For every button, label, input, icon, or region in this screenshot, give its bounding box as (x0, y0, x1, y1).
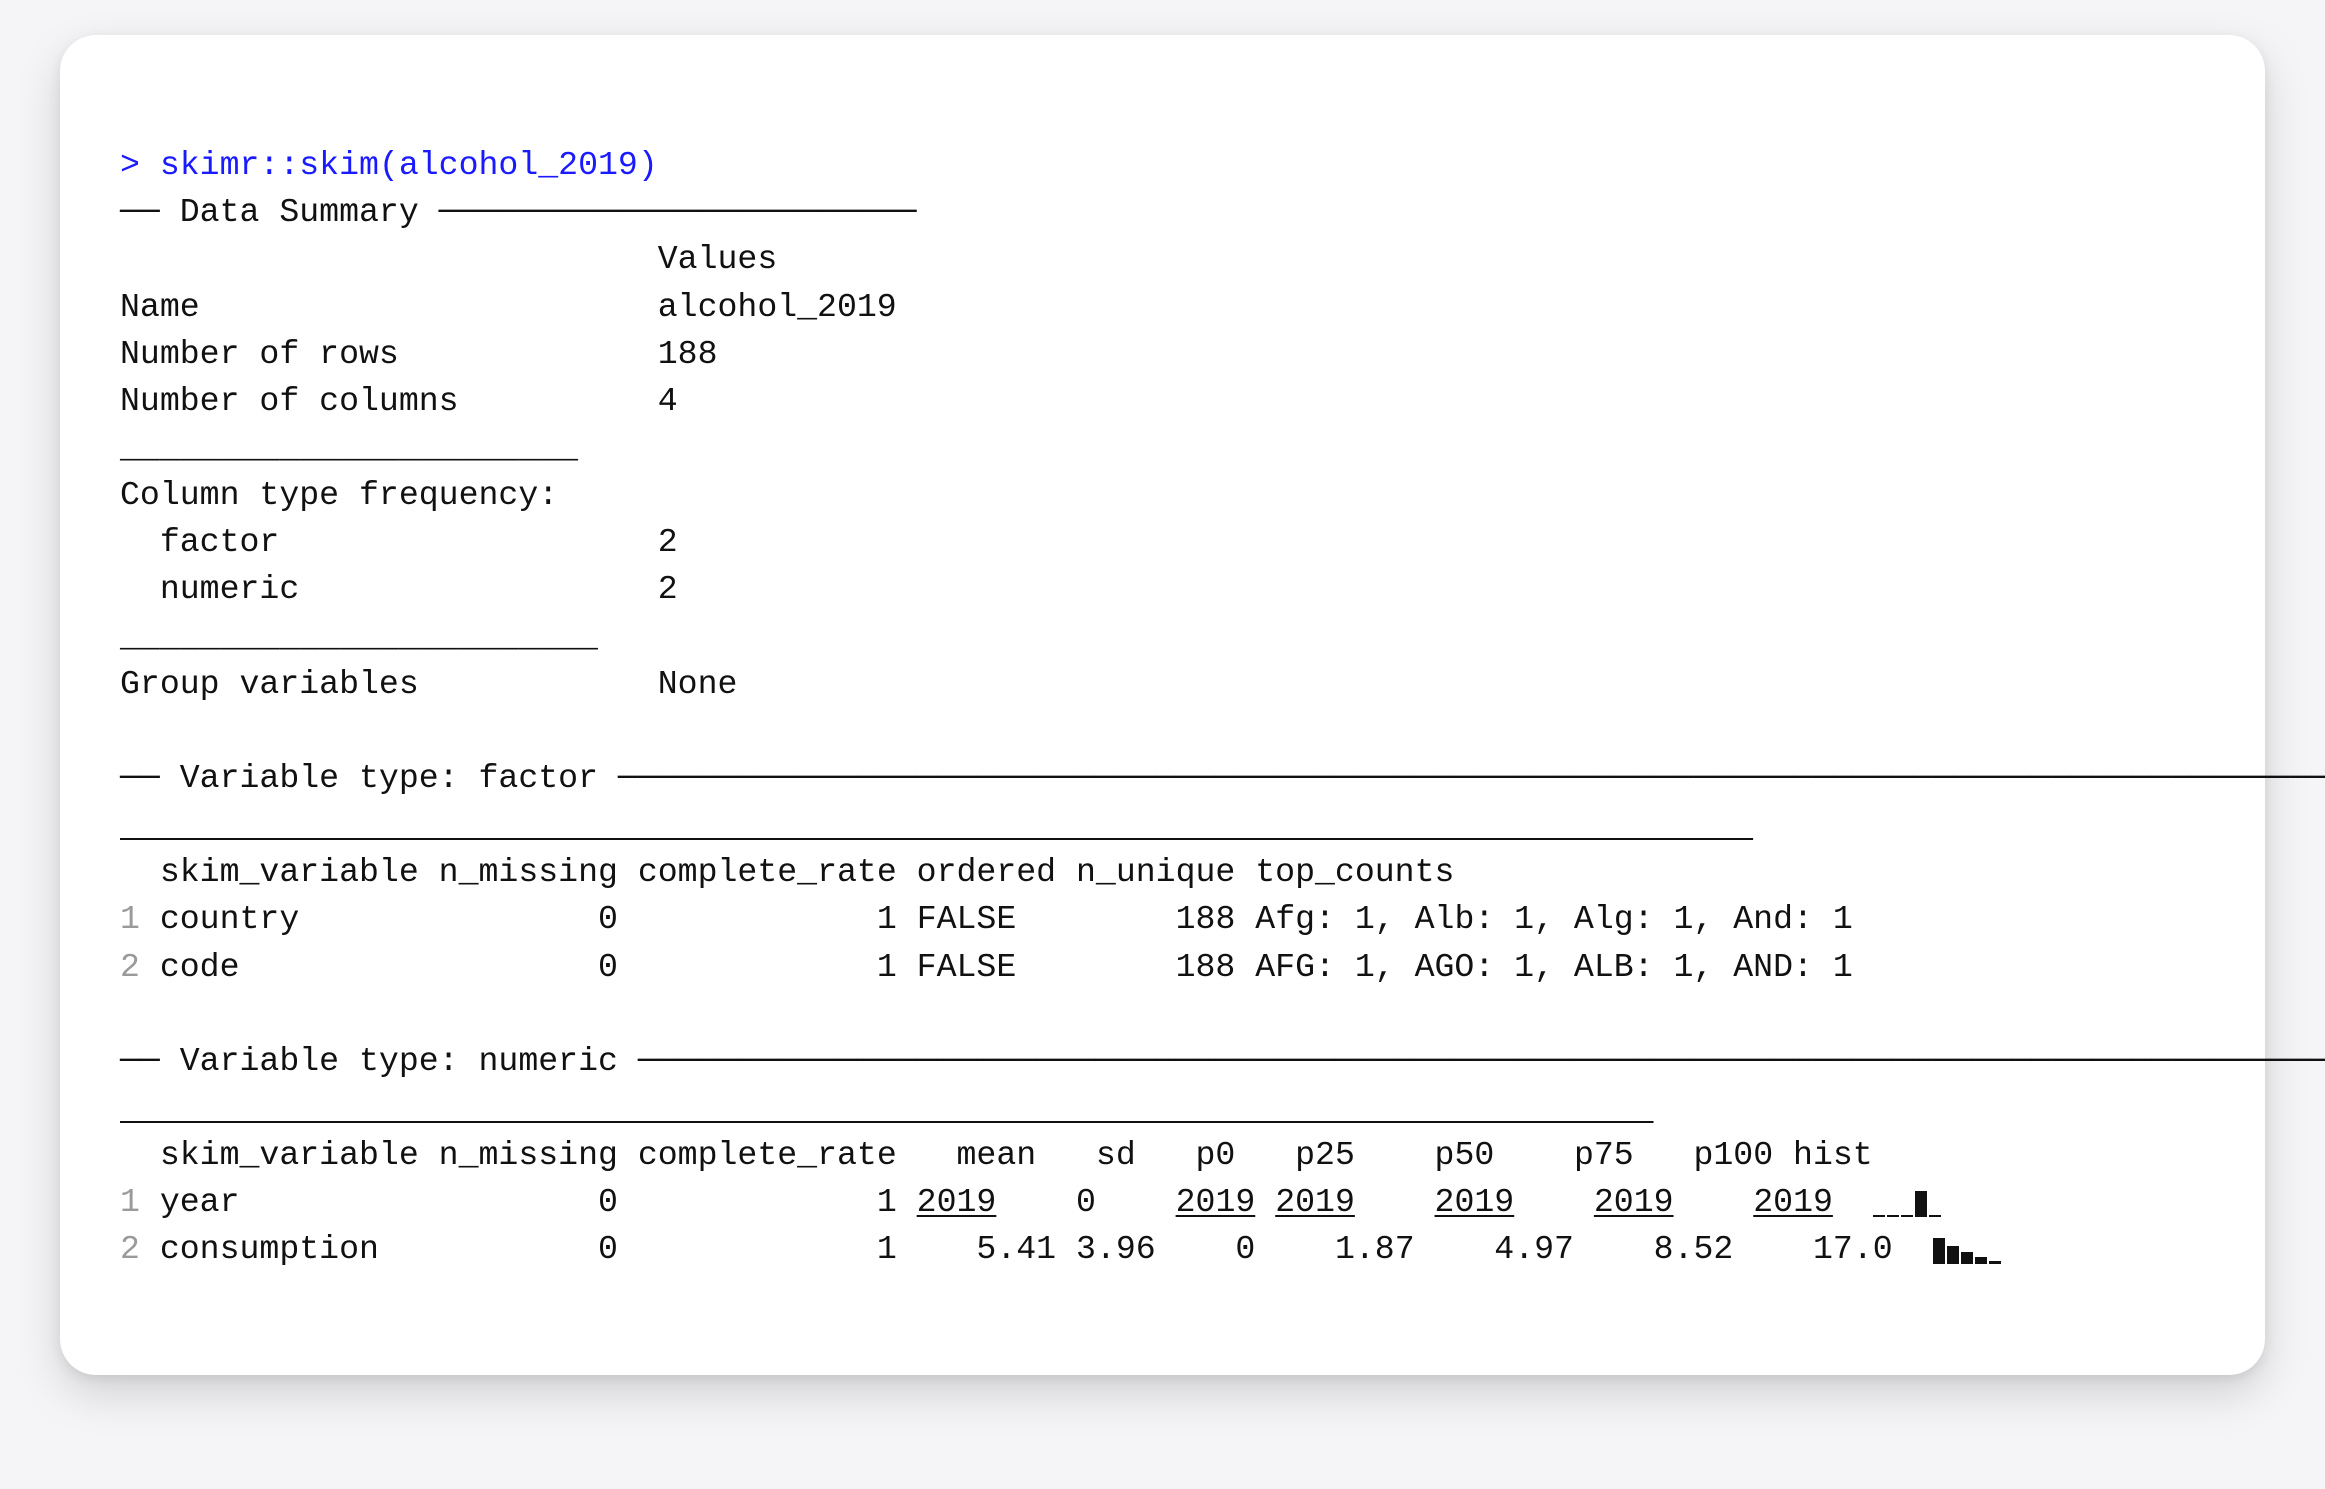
numeric-row2-p0: 0 (1235, 1230, 1255, 1268)
numeric-row1-nmiss: 0 (598, 1183, 618, 1221)
numeric-h-p25: p25 (1295, 1136, 1355, 1174)
summary-ctf-label: Column type frequency: (120, 476, 558, 514)
numeric-h-hist: hist (1793, 1136, 1873, 1174)
numeric-row2-p75: 8.52 (1654, 1230, 1734, 1268)
numeric-row2-sd: 3.96 (1076, 1230, 1156, 1268)
factor-h-ordered: ordered (917, 853, 1056, 891)
numeric-row2-nmiss: 0 (598, 1230, 618, 1268)
summary-name-value: alcohol_2019 (658, 288, 897, 326)
summary-rows-value: 188 (658, 335, 718, 373)
numeric-row1-p0: 2019 (1176, 1183, 1256, 1221)
factor-row1-cr: 1 (877, 900, 897, 938)
factor-header-underline (120, 806, 1753, 844)
factor-row1-ord: FALSE (917, 900, 1017, 938)
numeric-h-sd: sd (1096, 1136, 1136, 1174)
numeric-row2-p100: 17.0 (1813, 1230, 1893, 1268)
factor-row2-nu: 188 (1176, 948, 1236, 986)
numeric-row1-p50: 2019 (1435, 1183, 1515, 1221)
factor-h-topcounts: top_counts (1255, 853, 1454, 891)
numeric-row1-p75: 2019 (1594, 1183, 1674, 1221)
factor-row1-tc: Afg: 1, Alb: 1, Alg: 1, And: 1 (1255, 900, 1852, 938)
numeric-h-p50: p50 (1435, 1136, 1495, 1174)
numeric-row2-p25: 1.87 (1335, 1230, 1415, 1268)
console-card: > skimr::skim(alcohol_2019) ── Data Summ… (60, 35, 2265, 1375)
prompt-marker: > (120, 146, 140, 184)
console-output: > skimr::skim(alcohol_2019) ── Data Summ… (120, 95, 2205, 1274)
hist-icon-consumption (1933, 1234, 2003, 1264)
numeric-row2-idx: 2 (120, 1230, 140, 1268)
summary-values-header: Values (658, 240, 778, 278)
factor-row2-nmiss: 0 (598, 948, 618, 986)
factor-h-nmissing: n_missing (439, 853, 618, 891)
blank-line (120, 712, 140, 750)
summary-name-label: Name (120, 288, 200, 326)
numeric-h-p0: p0 (1196, 1136, 1236, 1174)
factor-row2-var: code (160, 948, 240, 986)
summary-cols-label: Number of columns (120, 382, 459, 420)
summary-cols-value: 4 (658, 382, 678, 420)
numeric-row1-p25: 2019 (1275, 1183, 1355, 1221)
factor-h-complete: complete_rate (638, 853, 897, 891)
numeric-row1-sd: 0 (1076, 1183, 1096, 1221)
factor-h-skimvar: skim_variable (160, 853, 419, 891)
numeric-header-underline (120, 1089, 1654, 1127)
summary-numeric-label: numeric (160, 570, 299, 608)
summary-rows-label: Number of rows (120, 335, 399, 373)
factor-row1-idx: 1 (120, 900, 140, 938)
numeric-h-skimvar: skim_variable (160, 1136, 419, 1174)
summary-group-label: Group variables (120, 665, 419, 703)
numeric-row2-mean: 5.41 (976, 1230, 1056, 1268)
factor-section-title: Variable type: factor (180, 759, 598, 797)
numeric-row1-mean: 2019 (917, 1183, 997, 1221)
numeric-h-nmissing: n_missing (439, 1136, 618, 1174)
numeric-h-p75: p75 (1574, 1136, 1634, 1174)
summary-factor-value: 2 (658, 523, 678, 561)
numeric-row2-var: consumption (160, 1230, 379, 1268)
summary-factor-label: factor (160, 523, 280, 561)
numeric-row1-p100: 2019 (1753, 1183, 1833, 1221)
command: skimr::skim(alcohol_2019) (160, 146, 658, 184)
numeric-row1-cr: 1 (877, 1183, 897, 1221)
factor-row2-ord: FALSE (917, 948, 1017, 986)
summary-numeric-value: 2 (658, 570, 678, 608)
numeric-row1-idx: 1 (120, 1183, 140, 1221)
factor-row2-tc: AFG: 1, AGO: 1, ALB: 1, AND: 1 (1255, 948, 1852, 986)
numeric-h-complete: complete_rate (638, 1136, 897, 1174)
numeric-section-title: Variable type: numeric (180, 1042, 618, 1080)
factor-row1-nmiss: 0 (598, 900, 618, 938)
hist-icon-year (1873, 1187, 1943, 1217)
factor-row2-idx: 2 (120, 948, 140, 986)
summary-title: Data Summary (180, 193, 419, 231)
factor-row1-var: country (160, 900, 299, 938)
numeric-h-p100: p100 (1693, 1136, 1773, 1174)
factor-row2-cr: 1 (877, 948, 897, 986)
blank-line-2 (120, 995, 140, 1033)
summary-group-value: None (658, 665, 738, 703)
prompt-line: > skimr::skim(alcohol_2019) (120, 146, 658, 184)
factor-h-nunique: n_unique (1076, 853, 1235, 891)
factor-row1-nu: 188 (1176, 900, 1236, 938)
numeric-row2-p50: 4.97 (1494, 1230, 1574, 1268)
numeric-row2-cr: 1 (877, 1230, 897, 1268)
numeric-row1-var: year (160, 1183, 240, 1221)
numeric-h-mean: mean (957, 1136, 1037, 1174)
